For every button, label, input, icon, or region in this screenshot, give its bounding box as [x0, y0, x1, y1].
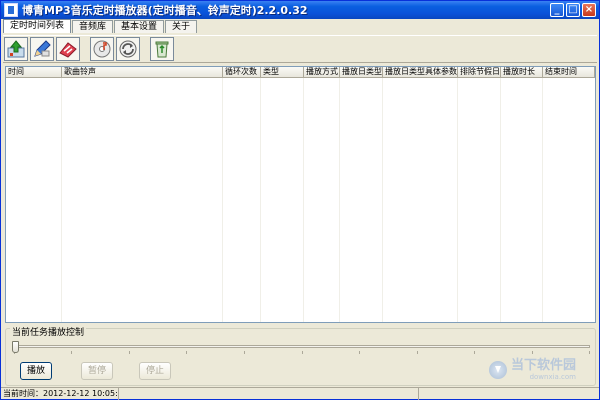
- refresh-cycle-icon: [119, 40, 137, 58]
- slider-tick: [474, 351, 475, 354]
- column-divider: [457, 78, 458, 322]
- toolbar: [3, 35, 597, 63]
- column-divider: [542, 78, 543, 322]
- slider-tick: [244, 351, 245, 354]
- stop-button[interactable]: 停止: [139, 362, 171, 380]
- maximize-icon: □: [568, 4, 578, 15]
- audio-button[interactable]: [90, 37, 114, 61]
- task-control-label: 当前任务播放控制: [10, 328, 87, 338]
- column-header-play-mode[interactable]: 播放方式: [304, 67, 340, 78]
- main-tabs: 定时时间列表 音频库 基本设置 关于: [3, 19, 198, 33]
- column-header-duration[interactable]: 播放时长: [501, 67, 543, 78]
- edit-button[interactable]: [30, 37, 54, 61]
- column-header-type[interactable]: 类型: [261, 67, 304, 78]
- status-panel: [119, 388, 419, 400]
- download-logo-icon: [489, 361, 507, 379]
- column-divider: [260, 78, 261, 322]
- table-header: 时间 歌曲铃声 循环次数 类型 播放方式 播放日类型 播放日类型具体参数 排除节…: [6, 67, 595, 78]
- tab-audio-library[interactable]: 音频库: [72, 20, 114, 33]
- window-controls: _ □ ×: [550, 3, 596, 17]
- progress-slider-track[interactable]: [12, 345, 590, 348]
- play-button[interactable]: 播放: [20, 362, 52, 380]
- slider-tick: [532, 351, 533, 354]
- slider-tick: [359, 351, 360, 354]
- minimize-icon: _: [554, 4, 560, 15]
- watermark: 当下软件园 downxia.com: [489, 359, 576, 381]
- delete-eraser-icon: [59, 42, 77, 58]
- slider-tick: [71, 351, 72, 354]
- column-header-loop-count[interactable]: 循环次数: [223, 67, 261, 78]
- add-arrow-icon: [7, 40, 25, 58]
- watermark-main-text: 当下软件园: [511, 358, 577, 373]
- column-header-exclude-holidays[interactable]: 排除节假日: [458, 67, 501, 78]
- disc-music-icon: [93, 40, 111, 58]
- column-divider: [303, 78, 304, 322]
- watermark-text: 当下软件园 downxia.com: [511, 358, 577, 382]
- column-divider: [61, 78, 62, 322]
- window-title: 博青MP3音乐定时播放器(定时播音、铃声定时)2.2.0.32: [22, 4, 308, 17]
- slider-tick: [129, 351, 130, 354]
- recycle-button[interactable]: [150, 37, 174, 61]
- slider-tick: [186, 351, 187, 354]
- minimize-button[interactable]: _: [550, 3, 564, 17]
- app-window: 博青MP3音乐定时播放器(定时播音、铃声定时)2.2.0.32 _ □ × 定时…: [0, 0, 600, 400]
- watermark-sub-text: downxia.com: [529, 373, 577, 381]
- slider-tick: [589, 351, 590, 354]
- progress-slider-thumb[interactable]: [12, 341, 19, 353]
- tab-basic-settings[interactable]: 基本设置: [114, 20, 165, 33]
- progress-slider-ticks: [14, 351, 592, 354]
- delete-button[interactable]: [56, 37, 80, 61]
- app-icon: [4, 3, 18, 17]
- column-header-end-time[interactable]: 结束时间: [543, 67, 595, 78]
- close-button[interactable]: ×: [582, 3, 596, 17]
- column-divider: [500, 78, 501, 322]
- add-button[interactable]: [4, 37, 28, 61]
- column-header-day-params[interactable]: 播放日类型具体参数: [383, 67, 458, 78]
- table-body: [6, 78, 595, 322]
- tab-schedule-list[interactable]: 定时时间列表: [3, 19, 72, 33]
- column-divider: [382, 78, 383, 322]
- close-icon: ×: [584, 4, 594, 15]
- title-bar[interactable]: 博青MP3音乐定时播放器(定时播音、铃声定时)2.2.0.32 _ □ ×: [1, 1, 599, 19]
- column-header-day-type[interactable]: 播放日类型: [340, 67, 383, 78]
- recycle-bin-icon: [155, 41, 169, 58]
- column-divider: [339, 78, 340, 322]
- column-header-song[interactable]: 歌曲铃声: [62, 67, 223, 78]
- status-panel: [419, 388, 597, 400]
- slider-tick: [302, 351, 303, 354]
- edit-pen-icon: [34, 40, 51, 57]
- column-divider: [222, 78, 223, 322]
- refresh-button[interactable]: [116, 37, 140, 61]
- tab-about[interactable]: 关于: [165, 20, 198, 33]
- slider-tick: [417, 351, 418, 354]
- status-bar: 当前时间：2012-12-12 10:05:38: [1, 387, 599, 400]
- status-current-time: 当前时间：2012-12-12 10:05:38: [3, 388, 119, 400]
- maximize-button[interactable]: □: [566, 3, 580, 17]
- column-header-time[interactable]: 时间: [6, 67, 62, 78]
- schedule-table[interactable]: 时间 歌曲铃声 循环次数 类型 播放方式 播放日类型 播放日类型具体参数 排除节…: [5, 66, 596, 323]
- pause-button[interactable]: 暂停: [81, 362, 113, 380]
